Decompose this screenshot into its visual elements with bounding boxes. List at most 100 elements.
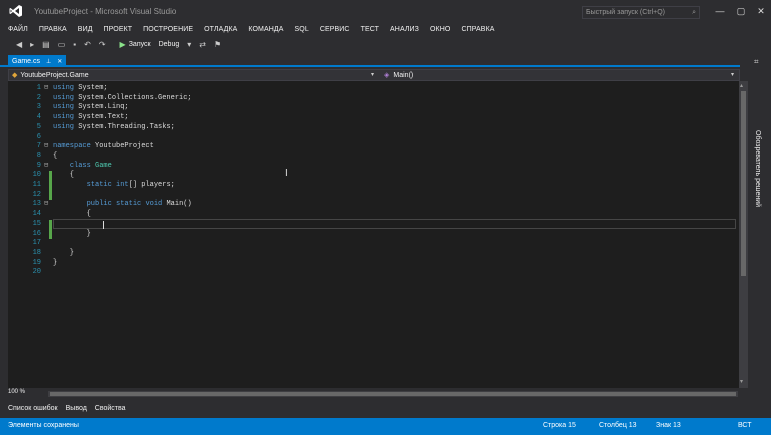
status-message: Элементы сохранены: [8, 422, 79, 429]
code-line[interactable]: 12: [8, 191, 741, 201]
type-dropdown[interactable]: ◆ YoutubeProject.Game: [12, 71, 89, 80]
menu-project[interactable]: ПРОЕКТ: [104, 26, 133, 33]
code-line[interactable]: 5 using System.Threading.Tasks;: [8, 123, 741, 133]
code-line[interactable]: 11 static int[] players;: [8, 181, 741, 191]
forward-icon[interactable]: ▸: [30, 40, 34, 49]
code-token: {: [53, 210, 91, 219]
vertical-scrollbar[interactable]: ▴ ▾: [739, 81, 748, 388]
menu-debug[interactable]: ОТЛАДКА: [204, 26, 237, 33]
code-line[interactable]: 14 {: [8, 210, 741, 220]
menu-build[interactable]: ПОСТРОЕНИЕ: [143, 26, 193, 33]
code-token: System.Linq;: [74, 103, 129, 112]
menu-edit[interactable]: ПРАВКА: [39, 26, 67, 33]
line-number: 12: [32, 190, 41, 199]
tab-label: Game.cs: [12, 57, 41, 65]
solution-explorer-tab[interactable]: Обозреватель решений: [754, 130, 761, 207]
pin-icon[interactable]: ⊥: [46, 58, 51, 65]
start-icon[interactable]: ▶: [120, 40, 126, 49]
right-sidebar: ⌗ Обозреватель решений: [750, 55, 771, 415]
line-number: 6: [36, 132, 41, 141]
standard-toolbar: ◀ ▸ ▤ ▭ ▪ ↶ ↷ ▶ Запуск Debug ▾ ⇄ ⚑: [0, 36, 771, 53]
menu-view[interactable]: ВИД: [78, 26, 93, 33]
menu-window[interactable]: ОКНО: [430, 26, 450, 33]
code-line[interactable]: 10 {: [8, 171, 741, 181]
menu-help[interactable]: СПРАВКА: [461, 26, 494, 33]
menu-file[interactable]: ФАЙЛ: [8, 26, 28, 33]
code-text: }: [53, 230, 91, 240]
member-dropdown[interactable]: ◈ Main(): [384, 71, 414, 80]
code-text: using System;: [53, 84, 108, 94]
code-line[interactable]: 7 ⊟ namespace YoutubeProject: [8, 142, 741, 152]
minimize-button[interactable]: —: [710, 4, 730, 18]
code-line[interactable]: 19}: [8, 259, 741, 269]
horizontal-scrollbar[interactable]: [48, 391, 738, 397]
dropdown-chevron-icon[interactable]: ▾: [187, 40, 191, 49]
code-line[interactable]: 1 ⊟ using System;: [8, 84, 741, 94]
code-token: [] players;: [128, 181, 175, 189]
scroll-down-icon[interactable]: ▾: [740, 378, 743, 385]
code-line[interactable]: 13 ⊟ public static void Main(): [8, 200, 741, 210]
start-button[interactable]: Запуск: [129, 41, 151, 48]
zoom-level[interactable]: 100 %: [8, 389, 25, 395]
close-icon[interactable]: ✕: [57, 58, 62, 65]
line-number: 18: [32, 248, 41, 257]
configuration-dropdown[interactable]: Debug: [159, 41, 180, 48]
code-line[interactable]: 3 using System.Linq;: [8, 103, 741, 113]
menu-analyze[interactable]: АНАЛИЗ: [390, 26, 419, 33]
code-line[interactable]: 16 }: [8, 230, 741, 240]
close-window-button[interactable]: ✕: [751, 4, 771, 18]
scroll-thumb[interactable]: [741, 91, 746, 276]
undo-icon[interactable]: ↶: [84, 40, 91, 49]
collapse-toggle-icon[interactable]: ⊟: [44, 200, 51, 210]
bookmark-icon[interactable]: ⚑: [214, 40, 221, 49]
tab-game-cs[interactable]: Game.cs ⊥ ✕: [8, 55, 67, 67]
menu-test[interactable]: ТЕСТ: [361, 26, 379, 33]
hscroll-thumb[interactable]: [50, 392, 736, 396]
class-icon: ◆: [12, 72, 18, 79]
tab-error-list[interactable]: Список ошибок: [8, 405, 58, 412]
chevron-down-icon[interactable]: ▾: [371, 71, 374, 78]
code-line[interactable]: 6: [8, 133, 741, 143]
menu-tools[interactable]: СЕРВИС: [320, 26, 350, 33]
code-line[interactable]: 2 using System.Collections.Generic;: [8, 94, 741, 104]
status-column: Столбец 13: [599, 422, 637, 429]
collapse-toggle-icon[interactable]: ⊟: [44, 84, 51, 94]
status-char: Знак 13: [656, 422, 681, 429]
collapse-toggle-icon[interactable]: ⊟: [44, 162, 51, 172]
collapse-toggle-icon[interactable]: ⊟: [44, 142, 51, 152]
chevron-down-icon[interactable]: ▾: [731, 71, 734, 78]
code-line[interactable]: 15: [8, 220, 741, 230]
redo-icon[interactable]: ↷: [99, 40, 106, 49]
back-icon[interactable]: ◀: [16, 40, 22, 49]
code-line[interactable]: 17: [8, 239, 741, 249]
code-text: using System.Text;: [53, 113, 129, 123]
code-line[interactable]: 9 ⊟ class Game: [8, 162, 741, 172]
menu-team[interactable]: КОМАНДА: [248, 26, 283, 33]
member-label: Main(): [393, 71, 414, 79]
menu-sql[interactable]: SQL: [295, 26, 309, 33]
split-icon[interactable]: ⌗: [754, 57, 759, 67]
line-number: 5: [36, 122, 41, 131]
title-bar: YoutubeProject - Microsoft Visual Studio…: [0, 0, 771, 22]
open-file-icon[interactable]: ▭: [58, 40, 66, 49]
code-token: using: [53, 122, 75, 131]
browser-link-icon[interactable]: ⇄: [199, 40, 206, 49]
code-token: System.Text;: [74, 113, 129, 122]
new-project-icon[interactable]: ▤: [42, 40, 50, 49]
maximize-button[interactable]: ▢: [731, 4, 751, 18]
code-line[interactable]: 4 using System.Text;: [8, 113, 741, 123]
quick-launch-input[interactable]: Быстрый запуск (Ctrl+Q) ⌕: [582, 6, 700, 19]
tab-properties[interactable]: Свойства: [95, 405, 126, 412]
code-editor[interactable]: 1 ⊟ using System; 2 using System.Collections…: [8, 81, 741, 388]
menu-bar: ФАЙЛ ПРАВКА ВИД ПРОЕКТ ПОСТРОЕНИЕ ОТЛАДК…: [0, 22, 771, 36]
code-line[interactable]: 8{: [8, 152, 741, 162]
save-icon[interactable]: ▪: [73, 40, 76, 49]
tab-output[interactable]: Вывод: [66, 405, 87, 412]
code-line[interactable]: 20: [8, 268, 741, 278]
scroll-up-icon[interactable]: ▴: [740, 82, 743, 89]
code-token: }: [53, 248, 75, 257]
code-line[interactable]: 18 }: [8, 249, 741, 259]
code-token: namespace: [53, 142, 91, 151]
